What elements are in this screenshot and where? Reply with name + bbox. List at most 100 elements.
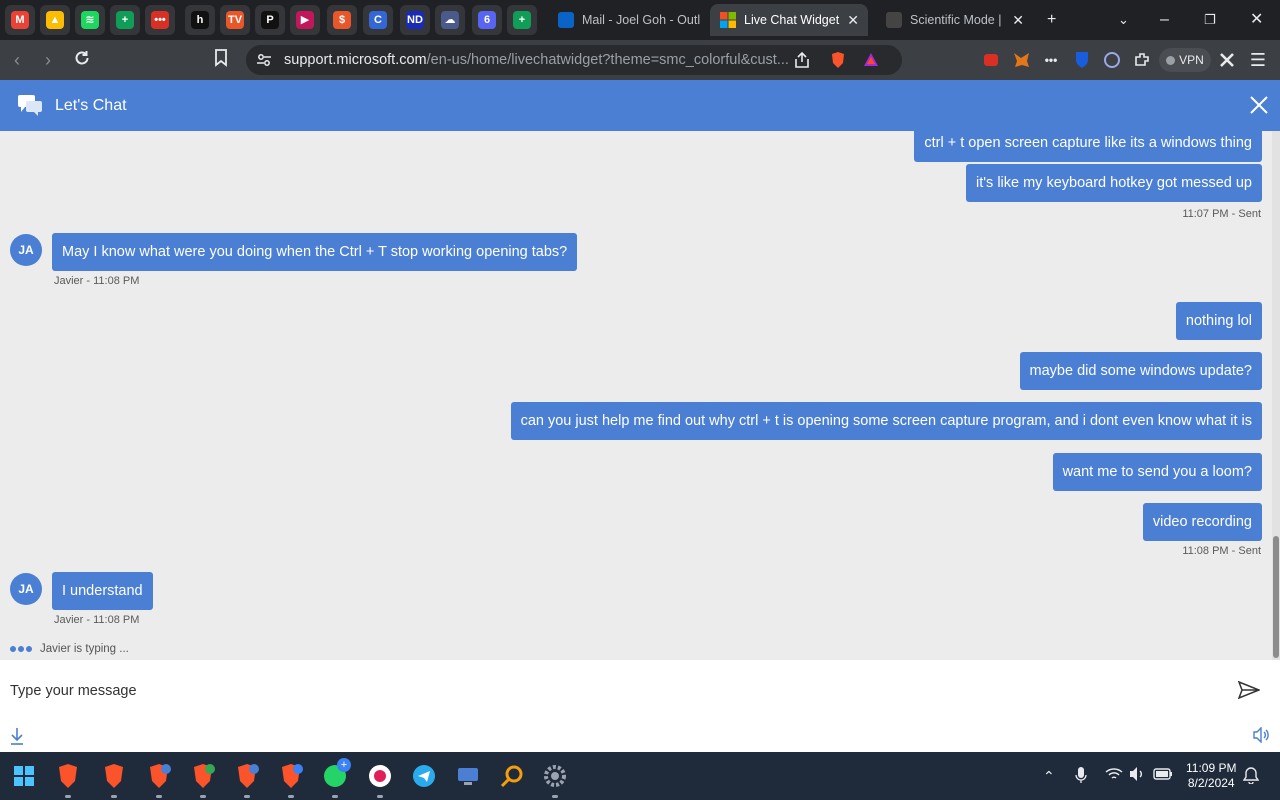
- whatsapp-icon[interactable]: +: [321, 758, 351, 798]
- message-meta: 11:08 PM - Sent: [1182, 545, 1261, 557]
- share-icon[interactable]: [793, 51, 811, 74]
- user-message-bubble: maybe did some windows update?: [1019, 352, 1262, 390]
- url-path: /en-us/home/livechatwidget?theme=smc_col…: [426, 52, 789, 68]
- user-message-bubble: can you just help me find out why ctrl +…: [510, 402, 1262, 440]
- download-transcript-icon[interactable]: [10, 727, 24, 750]
- minimize-icon[interactable]: –: [1160, 10, 1169, 30]
- tab-title: Mail - Joel Goh - Outl: [582, 13, 701, 27]
- pinned-tab[interactable]: •••: [145, 5, 175, 35]
- pinned-tab[interactable]: ☁: [435, 5, 465, 35]
- user-message-bubble: want me to send you a loom?: [1052, 453, 1262, 491]
- brave-rewards-icon[interactable]: [863, 52, 879, 73]
- bitwarden-shield-icon[interactable]: [1072, 50, 1092, 70]
- extension-red-icon[interactable]: [981, 50, 1001, 70]
- extension-dots-icon[interactable]: •••: [1041, 50, 1061, 70]
- url-text: support.microsoft.com/en-us/home/livecha…: [284, 52, 789, 68]
- remote-desktop-icon[interactable]: [454, 762, 482, 790]
- pinned-tab[interactable]: 6: [472, 5, 502, 35]
- notifications-bell-icon[interactable]: [1242, 766, 1260, 789]
- user-message-bubble: it's like my keyboard hotkey got messed …: [966, 164, 1262, 202]
- brave-profile-g-icon[interactable]: [145, 762, 173, 798]
- forward-icon[interactable]: ›: [45, 49, 51, 71]
- extension-puzzle-blue-icon[interactable]: [1102, 50, 1122, 70]
- agent-avatar: JA: [10, 573, 42, 605]
- back-icon[interactable]: ‹: [14, 49, 20, 71]
- chat-title: Let's Chat: [55, 97, 127, 114]
- metamask-fox-icon[interactable]: [1012, 50, 1032, 70]
- browser-tab-strip: M ▲ ≋ + ••• h TV P ▶ $ C ND ☁ 6 + Mail - Joel Goh - Ou…: [0, 0, 1280, 40]
- agent-message-bubble: May I know what were you doing when the …: [52, 233, 578, 271]
- wifi-icon[interactable]: [1105, 766, 1123, 787]
- tab-scientific-mode[interactable]: Scientific Mode | ✕: [876, 4, 1034, 36]
- tab-mail[interactable]: Mail - Joel Goh - Outl: [548, 4, 704, 36]
- sheets-2-icon: +: [513, 11, 531, 29]
- tab-live-chat-widget[interactable]: Live Chat Widget ✕: [710, 4, 868, 36]
- pinned-tab[interactable]: ▲: [40, 5, 70, 35]
- start-windows-icon[interactable]: [10, 762, 38, 790]
- typing-text: Javier is typing ...: [40, 643, 129, 655]
- slack-icon[interactable]: [366, 762, 394, 798]
- gmail-icon: M: [11, 11, 29, 29]
- microphone-icon[interactable]: [1075, 766, 1087, 789]
- telegram-icon[interactable]: [410, 762, 438, 790]
- agent-message-bubble: I understand: [52, 572, 153, 610]
- scrollbar-thumb[interactable]: [1273, 536, 1279, 658]
- vpn-button[interactable]: VPN: [1159, 48, 1211, 72]
- pinned-tab[interactable]: +: [507, 5, 537, 35]
- bookmark-icon[interactable]: [214, 49, 228, 72]
- new-tab-icon[interactable]: +: [1047, 10, 1056, 30]
- pinned-tab[interactable]: h: [185, 5, 215, 35]
- window-close-icon[interactable]: ✕: [1250, 10, 1263, 30]
- leo-ai-icon[interactable]: [1217, 50, 1237, 70]
- google-sheets-icon: +: [116, 11, 134, 29]
- close-tab-icon[interactable]: ✕: [1004, 12, 1024, 29]
- clock-time: 11:09 PM: [1186, 761, 1237, 775]
- close-chat-icon[interactable]: [1249, 95, 1269, 120]
- settings-gear-icon[interactable]: [541, 762, 569, 798]
- menu-hamburger-icon[interactable]: ☰: [1248, 50, 1268, 70]
- restore-icon[interactable]: ❐: [1204, 10, 1216, 30]
- browser-toolbar: ‹ › support.microsoft.com/en-us/home/liv…: [0, 40, 1280, 80]
- message-composer: [0, 660, 1280, 752]
- brave-profile-g2-icon[interactable]: [233, 762, 261, 798]
- message-meta: Javier - 11:08 PM: [54, 614, 140, 626]
- chat-transcript: ctrl + t open screen capture like its a …: [0, 131, 1272, 660]
- brave-browser-2-icon[interactable]: [100, 762, 128, 798]
- brave-browser-icon[interactable]: [54, 762, 82, 798]
- brave-profile-green-icon[interactable]: [189, 762, 217, 798]
- message-input[interactable]: [0, 676, 1220, 706]
- brave-profile-blue-icon[interactable]: [277, 762, 305, 798]
- transcript-scrollbar[interactable]: [1272, 131, 1280, 660]
- agent-avatar: JA: [10, 234, 42, 266]
- pinned-tab[interactable]: C: [363, 5, 393, 35]
- pinned-tab[interactable]: +: [110, 5, 140, 35]
- battery-icon[interactable]: [1153, 766, 1173, 786]
- pinned-tab[interactable]: $: [327, 5, 357, 35]
- user-message-bubble: ctrl + t open screen capture like its a …: [914, 131, 1262, 162]
- pinned-tab[interactable]: ▶: [290, 5, 320, 35]
- pinned-tab[interactable]: ND: [400, 5, 430, 35]
- reload-icon[interactable]: [73, 49, 91, 72]
- extensions-puzzle-icon[interactable]: [1132, 50, 1152, 70]
- tab-search-chevron-icon[interactable]: ⌄: [1118, 10, 1129, 30]
- tab-title: Live Chat Widget: [744, 13, 840, 27]
- cloud-app-icon: ☁: [441, 11, 459, 29]
- vpn-status-icon: [1166, 55, 1176, 65]
- volume-icon[interactable]: [1129, 766, 1145, 787]
- send-icon[interactable]: [1237, 680, 1262, 704]
- outlook-icon: [558, 12, 574, 28]
- system-clock[interactable]: 11:09 PM 8/2/2024: [1186, 761, 1236, 791]
- sound-on-icon[interactable]: [1253, 726, 1271, 748]
- show-hidden-icons-chevron-icon[interactable]: ⌃: [1043, 766, 1055, 786]
- pinned-tab[interactable]: ≋: [75, 5, 105, 35]
- pinned-tab[interactable]: P: [255, 5, 285, 35]
- search-magnifier-icon[interactable]: [498, 762, 526, 790]
- close-tab-icon[interactable]: ✕: [839, 12, 859, 29]
- address-bar[interactable]: support.microsoft.com/en-us/home/livecha…: [246, 45, 902, 75]
- pinned-tab[interactable]: M: [5, 5, 35, 35]
- play-app-icon: ▶: [296, 11, 314, 29]
- site-settings-icon[interactable]: [256, 52, 272, 73]
- notify-app-icon: 6: [478, 11, 496, 29]
- brave-shields-icon[interactable]: [829, 51, 847, 74]
- pinned-tab[interactable]: TV: [220, 5, 250, 35]
